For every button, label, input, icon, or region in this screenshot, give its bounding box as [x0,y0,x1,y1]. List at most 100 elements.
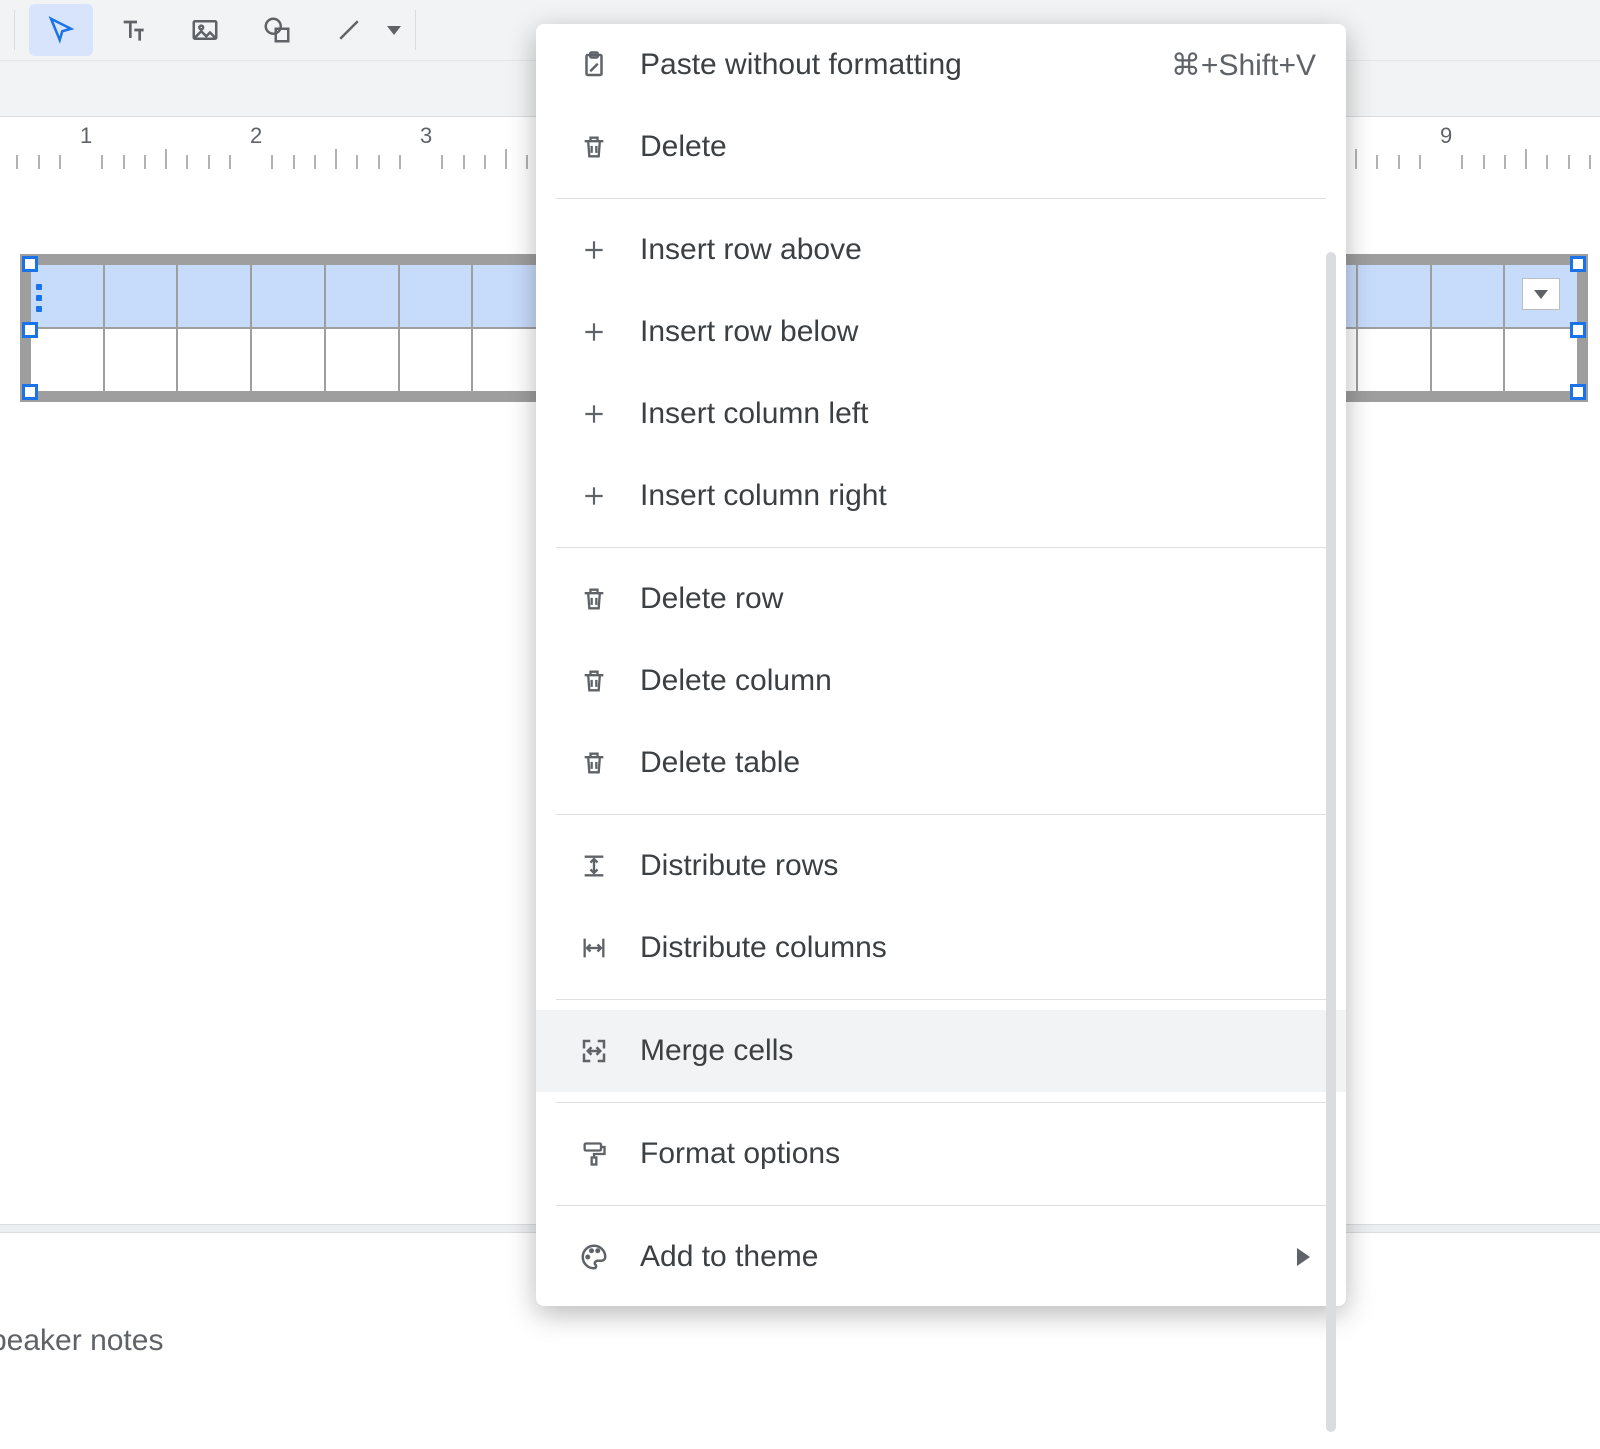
menu-merge-cells[interactable]: Merge cells [536,1010,1346,1092]
table-cell[interactable] [1431,264,1505,328]
ruler-tick [1546,155,1548,169]
selection-handle[interactable] [22,256,38,272]
table-cell[interactable] [399,264,473,328]
speaker-notes-placeholder: peaker notes [0,1324,163,1358]
ruler-tick [335,149,337,169]
image-tool-button[interactable] [173,4,237,56]
table-options-dropdown[interactable] [1522,278,1560,310]
table-cell[interactable] [104,328,178,392]
menu-delete-column[interactable]: Delete column [536,640,1346,722]
menu-separator [556,198,1326,199]
ruler-tick [399,155,401,169]
table-cell[interactable] [177,328,251,392]
distribute-columns-icon [570,924,618,972]
ruler-tick [1483,155,1485,169]
menu-add-to-theme[interactable]: Add to theme [536,1216,1346,1298]
table-cell[interactable] [325,328,399,392]
table-cell[interactable] [399,328,473,392]
menu-delete-row[interactable]: Delete row [536,558,1346,640]
textbox-tool-button[interactable] [101,4,165,56]
menu-label: Delete row [640,582,1316,616]
ruler-tick [229,155,231,169]
ruler-label: 1 [80,123,92,149]
table-cell[interactable] [1357,328,1431,392]
ruler-label: 3 [420,123,432,149]
selection-handle[interactable] [22,322,38,338]
menu-insert-row-above[interactable]: Insert row above [536,209,1346,291]
merge-cells-icon [570,1027,618,1075]
select-tool-button[interactable] [29,4,93,56]
ruler-tick [378,155,380,169]
menu-label: Delete [640,130,1316,164]
ruler-tick [1461,155,1463,169]
menu-label: Insert column right [640,479,1316,513]
ruler-tick [1398,155,1400,169]
row-grip[interactable] [36,284,44,312]
ruler-tick [1525,149,1527,169]
table-cell[interactable] [325,264,399,328]
table-cell[interactable] [472,264,546,328]
table-cell[interactable] [30,328,104,392]
ruler-tick [1355,149,1357,169]
plus-icon [570,390,618,438]
chevron-down-icon [1534,290,1548,299]
palette-icon [570,1233,618,1281]
ruler-tick [59,155,61,169]
menu-label: Delete table [640,746,1316,780]
submenu-arrow-icon [1297,1248,1310,1266]
selection-handle[interactable] [1570,322,1586,338]
menu-label: Distribute rows [640,849,1316,883]
menu-insert-column-left[interactable]: Insert column left [536,373,1346,455]
ruler-tick [1376,155,1378,169]
context-menu: Paste without formatting ⌘+Shift+V Delet… [536,24,1346,1306]
ruler-tick [293,155,295,169]
menu-label: Insert row above [640,233,1316,267]
menu-insert-row-below[interactable]: Insert row below [536,291,1346,373]
paste-icon [570,41,618,89]
selection-handle[interactable] [1570,256,1586,272]
trash-icon [570,739,618,787]
menu-delete[interactable]: Delete [536,106,1346,188]
shape-tool-button[interactable] [245,4,309,56]
menu-format-options[interactable]: Format options [536,1113,1346,1195]
selection-handle[interactable] [22,384,38,400]
trash-icon [570,123,618,171]
ruler-tick [271,155,273,169]
ruler-tick [186,155,188,169]
table-cell[interactable] [177,264,251,328]
ruler-tick [484,155,486,169]
menu-shortcut: ⌘+Shift+V [1171,48,1316,83]
table-cell[interactable] [251,328,325,392]
table-cell[interactable] [1504,328,1578,392]
line-tool-dropdown[interactable] [317,4,401,56]
table-cell[interactable] [472,328,546,392]
context-menu-scrollbar[interactable] [1326,252,1336,1432]
ruler-tick [505,149,507,169]
toolbar-divider [14,10,15,50]
table-cell[interactable] [104,264,178,328]
selection-handle[interactable] [1570,384,1586,400]
menu-label: Delete column [640,664,1316,698]
paint-roller-icon [570,1130,618,1178]
menu-separator [556,814,1326,815]
menu-distribute-columns[interactable]: Distribute columns [536,907,1346,989]
menu-paste-without-formatting[interactable]: Paste without formatting ⌘+Shift+V [536,24,1346,106]
table-cell[interactable] [1431,328,1505,392]
ruler-tick [356,155,358,169]
table-cell[interactable] [251,264,325,328]
menu-label: Add to theme [640,1240,1297,1274]
menu-distribute-rows[interactable]: Distribute rows [536,825,1346,907]
menu-delete-table[interactable]: Delete table [536,722,1346,804]
menu-label: Insert column left [640,397,1316,431]
ruler-tick [526,155,528,169]
menu-label: Format options [640,1137,1316,1171]
plus-icon [570,472,618,520]
ruler-tick [38,155,40,169]
ruler-tick [441,155,443,169]
menu-separator [556,547,1326,548]
ruler-tick [1589,155,1591,169]
ruler-tick [16,155,18,169]
table-cell[interactable] [1357,264,1431,328]
menu-label: Distribute columns [640,931,1316,965]
menu-insert-column-right[interactable]: Insert column right [536,455,1346,537]
